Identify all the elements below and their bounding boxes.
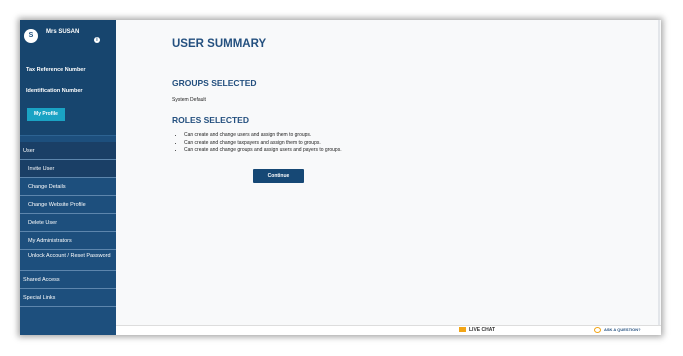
main-content: USER SUMMARY GROUPS SELECTED System Defa… [116, 20, 661, 325]
groups-selected-heading: GROUPS SELECTED [172, 78, 257, 88]
live-chat-link[interactable]: LIVE CHAT [459, 327, 495, 333]
page-title: USER SUMMARY [172, 38, 267, 50]
ask-question-label: ASK A QUESTION? [604, 327, 641, 333]
sidebar-item-change-details[interactable]: Change Details [20, 178, 116, 196]
app-window: S Mrs SUSAN i Tax Reference Number Ident… [20, 20, 661, 335]
my-profile-button[interactable]: My Profile [27, 108, 65, 121]
sidebar: S Mrs SUSAN i Tax Reference Number Ident… [20, 20, 116, 335]
sidebar-item-invite-user[interactable]: Invite User [20, 160, 116, 178]
chat-icon [459, 327, 466, 333]
sidebar-item-change-website-profile[interactable]: Change Website Profile [20, 196, 116, 214]
role-item: Can create and change users and assign t… [184, 132, 342, 138]
info-icon[interactable]: i [94, 37, 100, 43]
ask-question-link[interactable]: ASK A QUESTION? [594, 327, 641, 333]
sidebar-item-special-links[interactable]: Special Links [20, 289, 116, 307]
role-item: Can create and change taxpayers and assi… [184, 140, 342, 146]
continue-button[interactable]: Continue [253, 169, 304, 183]
role-item: Can create and change groups and assign … [184, 147, 342, 153]
scrollbar[interactable] [658, 20, 660, 325]
profile-panel: S Mrs SUSAN i Tax Reference Number Ident… [20, 20, 116, 136]
avatar: S [24, 29, 38, 43]
live-chat-label: LIVE CHAT [469, 327, 496, 333]
sidebar-item-unlock-account[interactable]: Unlock Account / Reset Password [20, 250, 116, 271]
sidebar-item-my-administrators[interactable]: My Administrators [20, 232, 116, 250]
roles-selected-heading: ROLES SELECTED [172, 115, 249, 125]
roles-list: Can create and change users and assign t… [172, 132, 342, 155]
identification-label: Identification Number [26, 88, 83, 94]
user-name: Mrs SUSAN [46, 29, 80, 35]
footer-bar: LIVE CHAT ASK A QUESTION? [116, 325, 661, 335]
sidebar-item-user[interactable]: User [20, 142, 116, 160]
group-value: System Default [172, 97, 206, 103]
sidebar-menu: User Invite User Change Details Change W… [20, 142, 116, 307]
sidebar-item-shared-access[interactable]: Shared Access [20, 271, 116, 289]
tax-reference-label: Tax Reference Number [26, 67, 86, 73]
question-icon [594, 327, 601, 333]
sidebar-item-delete-user[interactable]: Delete User [20, 214, 116, 232]
